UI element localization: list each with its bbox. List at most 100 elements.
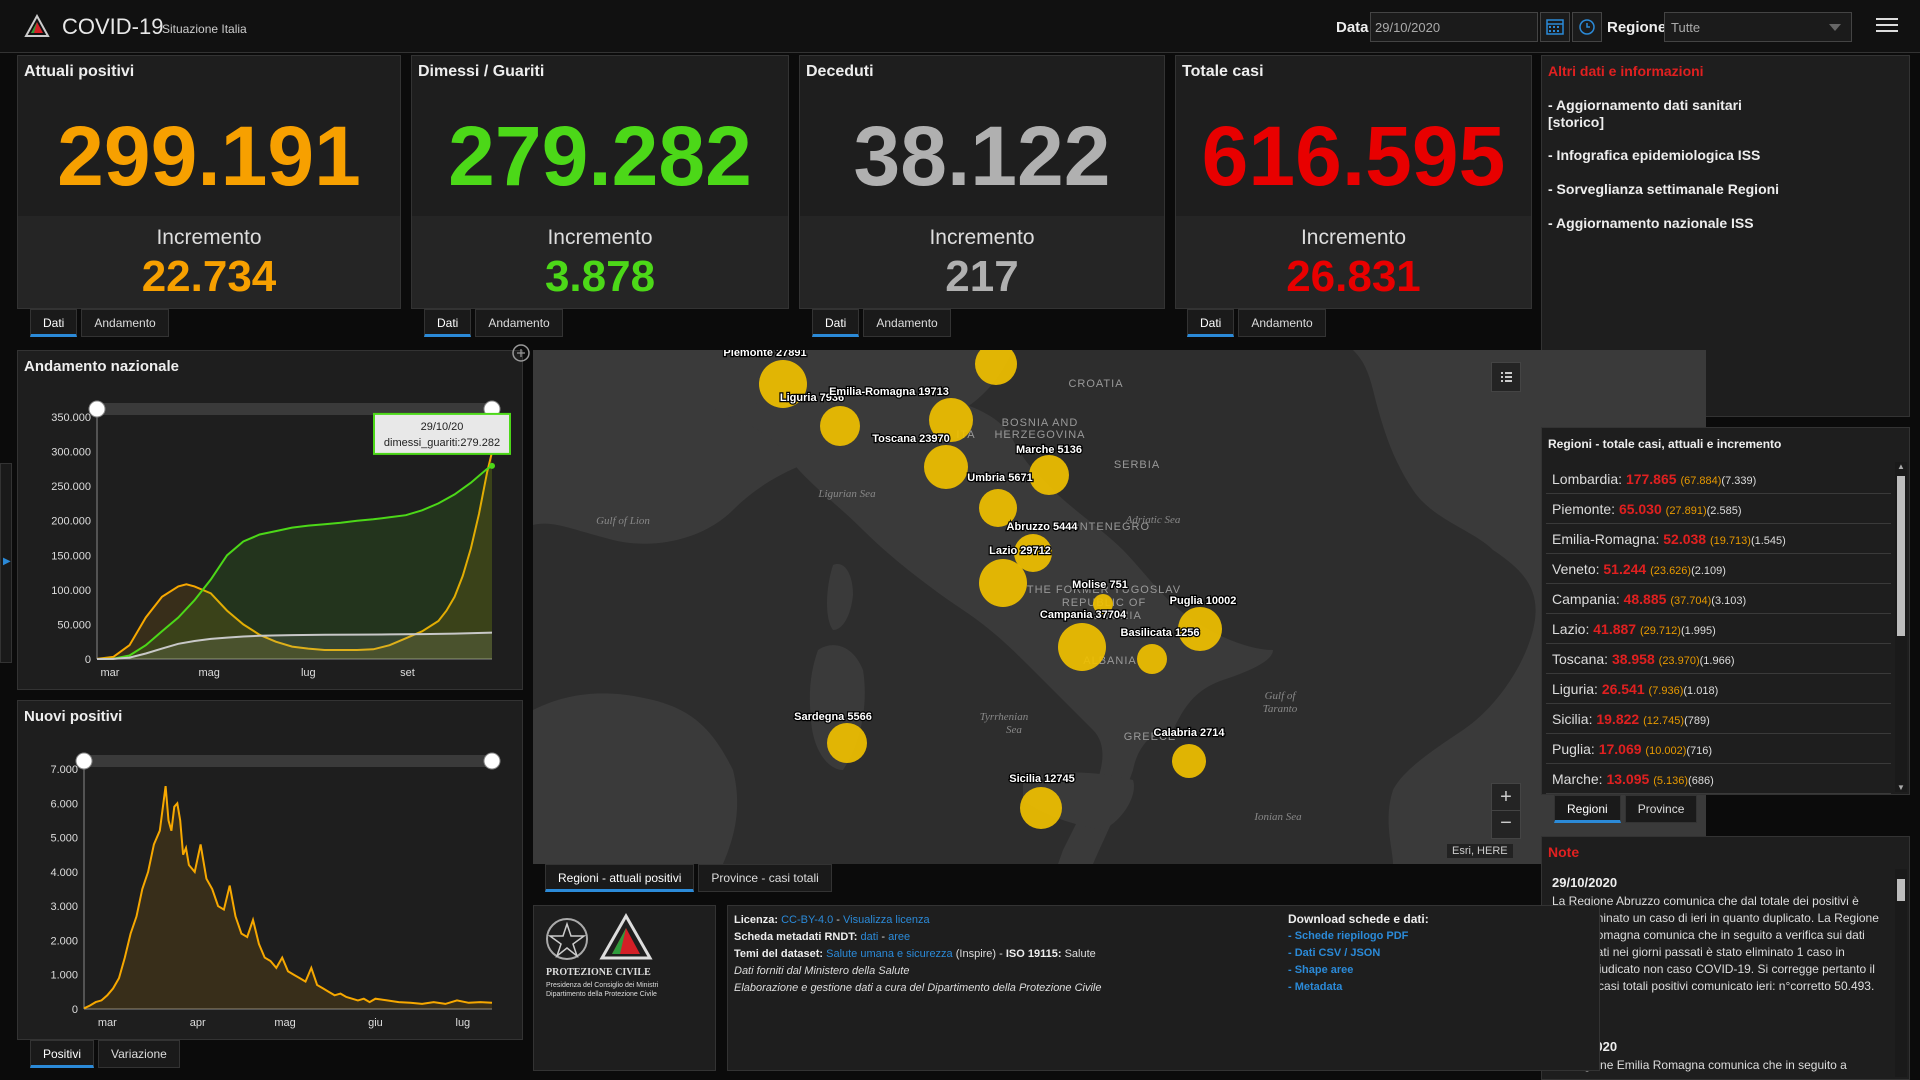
x-tick-label: lug — [301, 667, 316, 679]
download-pdf-link[interactable]: - Schede riepilogo PDF — [1288, 930, 1408, 942]
download-metadata-link[interactable]: - Metadata — [1288, 981, 1342, 993]
card-dimessi-guariti: Dimessi / Guariti 279.282 Incremento 3.8… — [411, 55, 789, 309]
expand-icon[interactable] — [511, 343, 531, 363]
hamburger-menu-icon[interactable] — [1876, 15, 1898, 35]
tab-regioni[interactable]: Regioni — [1554, 795, 1621, 823]
card-tabs: Dati Andamento — [30, 309, 169, 337]
time-button[interactable] — [1572, 12, 1602, 42]
info-link-sorveglianza[interactable]: - Sorveglianza settimanale Regioni — [1548, 181, 1808, 198]
tab-andamento[interactable]: Andamento — [81, 309, 169, 337]
tab-positivi[interactable]: Positivi — [30, 1040, 95, 1068]
tab-andamento[interactable]: Andamento — [863, 309, 951, 337]
region-name: Lazio: — [1552, 621, 1594, 637]
zoom-controls: + − — [1491, 783, 1521, 839]
y-tick-label: 7.000 — [50, 764, 78, 776]
card-value: 616.595 — [1201, 109, 1506, 203]
region-select[interactable]: Tutte — [1664, 12, 1852, 42]
region-row[interactable]: Emilia-Romagna: 52.038 (19.713)(1.545) — [1546, 524, 1891, 554]
region-positive: (37.704) — [1670, 595, 1712, 607]
tab-dati[interactable]: Dati — [1187, 309, 1235, 337]
tab-dati[interactable]: Dati — [30, 309, 78, 337]
card-totale-casi: Totale casi 616.595 Incremento 26.831 — [1175, 55, 1532, 309]
license-label: Licenza: — [734, 914, 779, 926]
metadata-dati-link[interactable]: dati — [861, 931, 879, 943]
tab-dati[interactable]: Dati — [424, 309, 472, 337]
region-row[interactable]: Toscana: 38.958 (23.970)(1.966) — [1546, 644, 1891, 674]
region-label: Regione — [1607, 19, 1667, 36]
tab-regioni-attuali-positivi[interactable]: Regioni - attuali positivi — [545, 864, 695, 892]
themes-label: Temi del dataset: — [734, 948, 824, 960]
info-link-aggiornamento[interactable]: - Aggiornamento dati sanitari [storico] — [1548, 97, 1808, 131]
region-positive: (27.891) — [1665, 505, 1707, 517]
region-total: 52.038 — [1663, 531, 1710, 547]
region-total: 26.541 — [1601, 681, 1649, 697]
themes-link[interactable]: Salute umana e sicurezza — [826, 948, 953, 960]
region-list-scrollbar[interactable]: ▲ ▼ — [1895, 462, 1907, 792]
region-row[interactable]: Puglia: 17.069 (10.002)(716) — [1546, 734, 1891, 764]
region-bubble-label: Toscana 23970 — [872, 433, 949, 445]
region-row[interactable]: Marche: 13.095 (5.136)(686) — [1546, 764, 1891, 794]
region-row[interactable]: Liguria: 26.541 (7.936)(1.018) — [1546, 674, 1891, 704]
tab-andamento[interactable]: Andamento — [1238, 309, 1326, 337]
region-increment: (716) — [1686, 745, 1713, 757]
region-name: Marche: — [1552, 771, 1607, 787]
region-total: 17.069 — [1598, 741, 1646, 757]
tab-province[interactable]: Province — [1624, 795, 1698, 823]
scroll-up-icon[interactable]: ▲ — [1897, 462, 1905, 471]
download-csv-json-link[interactable]: - Dati CSV / JSON — [1288, 947, 1380, 959]
download-shape-link[interactable]: - Shape aree — [1288, 964, 1353, 976]
region-increment: (2.585) — [1706, 505, 1742, 517]
slider-handle — [75, 752, 93, 770]
region-bubble-label: Basilicata 1256 — [1121, 627, 1200, 639]
y-tick-label: 4.000 — [50, 867, 78, 879]
legend-list-button[interactable] — [1491, 362, 1521, 392]
view-license-link[interactable]: Visualizza licenza — [843, 914, 930, 926]
andamento-panel: Andamento nazionale 0 50.000 100.000 150.00… — [17, 350, 523, 690]
info-link-infografica[interactable]: - Infografica epidemiologica ISS — [1548, 147, 1808, 164]
app-title: COVID-19 — [62, 14, 164, 39]
region-row[interactable]: Veneto: 51.244 (23.626)(2.109) — [1546, 554, 1891, 584]
x-tick-label: mag — [274, 1017, 295, 1029]
card-value: 299.191 — [57, 109, 361, 203]
region-positive: (10.002) — [1645, 745, 1687, 757]
tab-province-casi-totali[interactable]: Province - casi totali — [698, 864, 832, 892]
zoom-out-button[interactable]: − — [1492, 811, 1520, 838]
region-bubble-label: Molise 751 — [1072, 579, 1128, 591]
scrollbar-thumb[interactable] — [1897, 476, 1905, 636]
clock-icon — [1579, 19, 1595, 35]
map-canvas[interactable]: CROATIABOSNIA ANDHERZEGOVINASERBIAMONTEN… — [533, 350, 1706, 864]
map-panel[interactable]: CROATIA BOSNIA AND HERZEGOVINA SERBIA MONTEN… — [533, 350, 1706, 864]
region-name: Campania: — [1552, 591, 1624, 607]
region-total: 177.865 — [1625, 471, 1681, 487]
tab-variazione[interactable]: Variazione — [98, 1040, 180, 1068]
date-input[interactable]: 29/10/2020 — [1370, 12, 1538, 42]
region-row[interactable]: Piemonte: 65.030 (27.891)(2.585) — [1546, 494, 1891, 524]
card-increment-label: Incremento — [547, 226, 653, 249]
data-source-text: Dati forniti dal Ministero della Salute — [734, 965, 910, 977]
metadata-aree-link[interactable]: aree — [888, 931, 910, 943]
region-bubble — [1020, 787, 1062, 829]
info-link-nazionale[interactable]: - Aggiornamento nazionale ISS — [1548, 215, 1808, 232]
zoom-in-button[interactable]: + — [1492, 784, 1520, 811]
card-increment-value: 217 — [945, 252, 1019, 301]
x-tick-label: mar — [101, 667, 120, 679]
card-title: Totale casi — [1182, 63, 1264, 80]
region-bubble — [1137, 644, 1167, 674]
tab-dati[interactable]: Dati — [812, 309, 860, 337]
card-deceduti: Deceduti 38.122 Incremento 217 — [799, 55, 1165, 309]
nuovi-positivi-chart: 0 1.000 2.000 3.000 4.000 5.000 6.000 7.000 mar a… — [50, 752, 501, 1029]
region-row[interactable]: Lombardia: 177.865 (67.884)(7.339) — [1546, 464, 1891, 494]
region-row[interactable]: Sicilia: 19.822 (12.745)(789) — [1546, 704, 1891, 734]
side-panel-toggle[interactable]: ▶ — [0, 463, 12, 663]
tooltip-date: 29/10/20 — [421, 421, 464, 433]
region-row[interactable]: Lazio: 41.887 (29.712)(1.995) — [1546, 614, 1891, 644]
scrollbar-thumb[interactable] — [1897, 879, 1905, 901]
tab-andamento[interactable]: Andamento — [475, 309, 563, 337]
license-link[interactable]: CC-BY-4.0 — [781, 914, 833, 926]
scroll-down-icon[interactable]: ▼ — [1897, 783, 1905, 792]
notes-scrollbar[interactable] — [1895, 869, 1907, 1077]
region-row[interactable]: Campania: 48.885 (37.704)(3.103) — [1546, 584, 1891, 614]
region-total: 19.822 — [1596, 711, 1644, 727]
region-bubble-label: Lazio 29712 — [989, 545, 1051, 557]
calendar-button[interactable] — [1540, 12, 1570, 42]
